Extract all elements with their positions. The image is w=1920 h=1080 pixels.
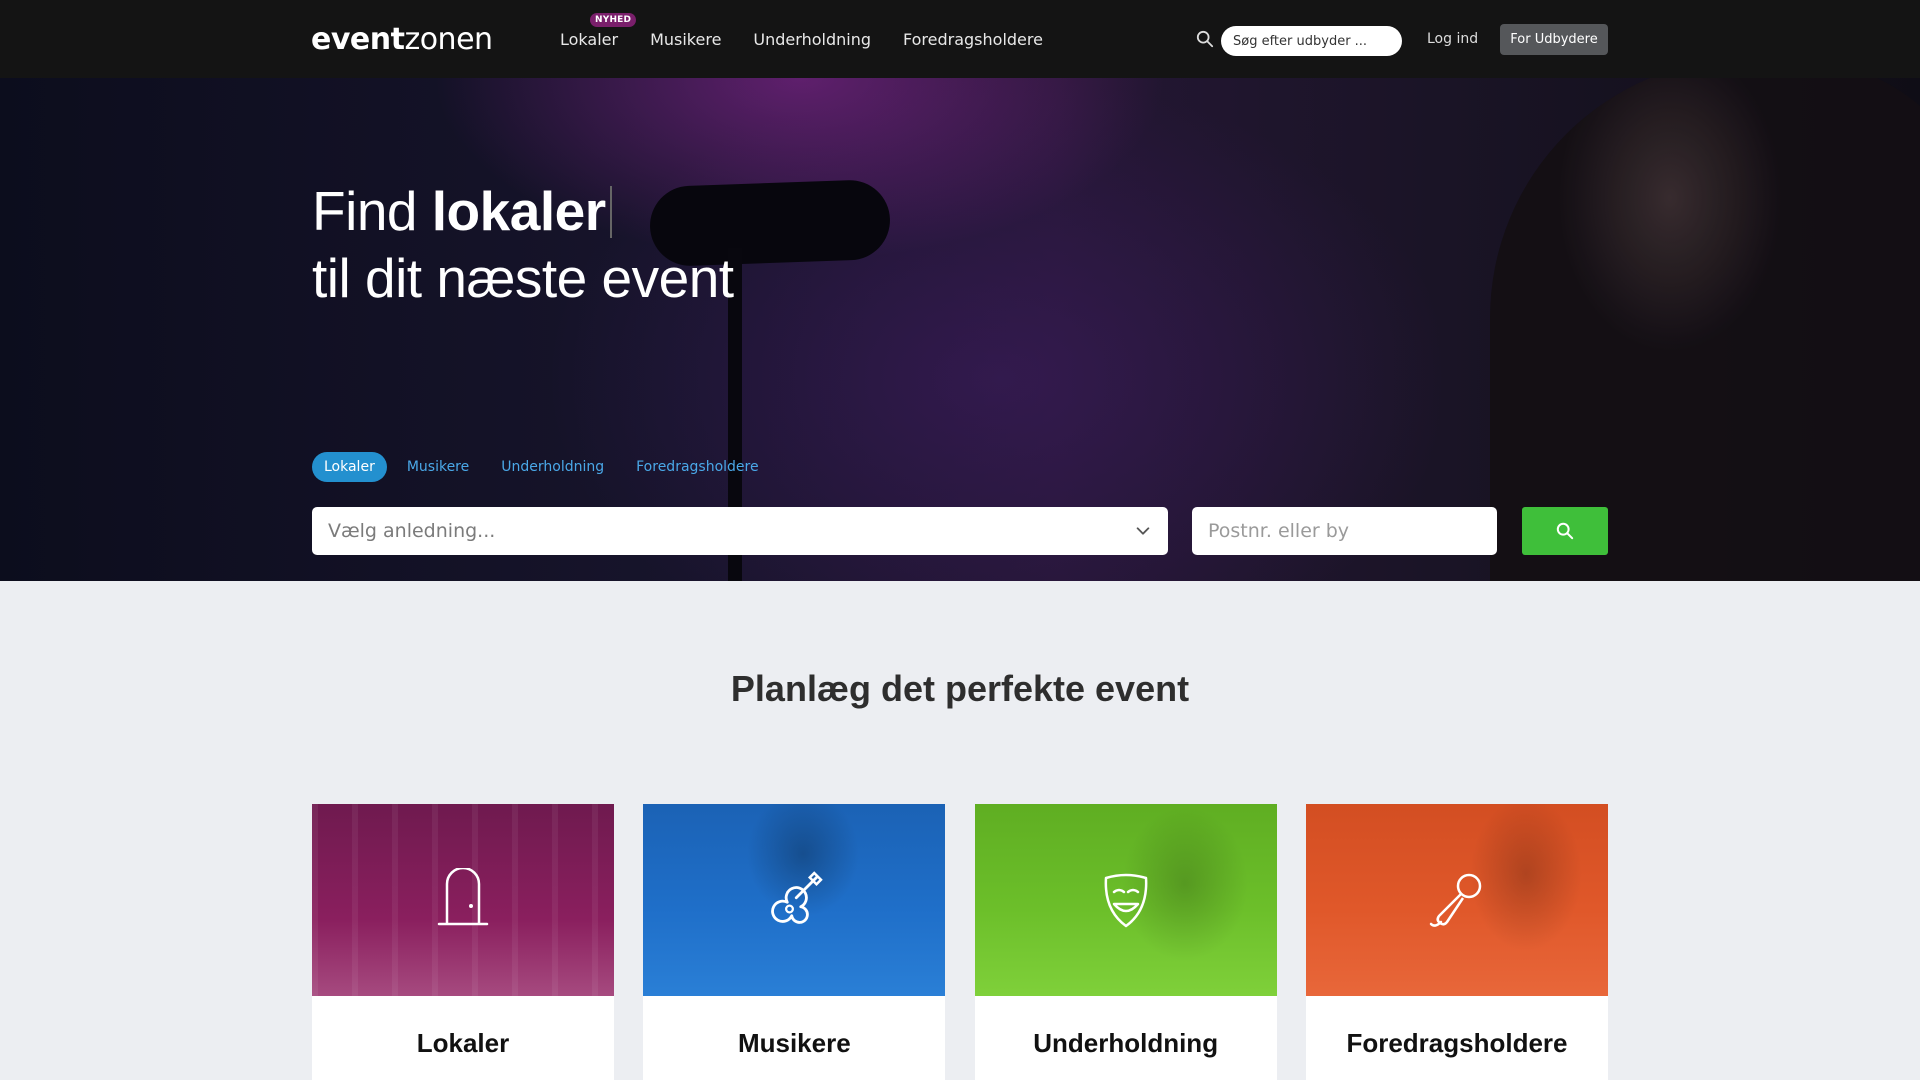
tab-foredragsholdere[interactable]: Foredragsholdere bbox=[624, 452, 770, 482]
new-badge: NYHED bbox=[590, 13, 637, 27]
door-icon bbox=[437, 868, 489, 926]
nav-item-lokaler[interactable]: NYHED Lokaler bbox=[560, 13, 637, 49]
search-icon[interactable] bbox=[1196, 30, 1214, 48]
category-cards: Lokaler Musikere Underholdning Foredrags… bbox=[312, 804, 1608, 1080]
hero-background-person bbox=[1490, 78, 1920, 581]
card-title: Lokaler bbox=[416, 1028, 510, 1058]
card-title: Foredragsholdere bbox=[1346, 1028, 1568, 1058]
top-navbar: eventzonen NYHED Lokaler Musikere Underh… bbox=[0, 0, 1920, 78]
occasion-select-placeholder: Vælg anledning... bbox=[328, 520, 496, 542]
occasion-select[interactable]: Vælg anledning... bbox=[312, 507, 1168, 555]
hero-title-line2: til dit næste event bbox=[312, 247, 734, 309]
category-tabs: Lokaler Musikere Underholdning Foredrags… bbox=[312, 452, 779, 482]
card-title: Underholdning bbox=[1033, 1028, 1219, 1058]
logo[interactable]: eventzonen bbox=[311, 22, 493, 57]
nav-item-label: Musikere bbox=[650, 30, 722, 49]
nav-item-label: Underholdning bbox=[753, 30, 871, 49]
card-foredragsholdere[interactable]: Foredragsholdere bbox=[1305, 804, 1608, 1080]
card-image bbox=[312, 804, 614, 996]
for-providers-button[interactable]: For Udbydere bbox=[1500, 24, 1608, 55]
provider-search-input[interactable] bbox=[1221, 26, 1402, 56]
theater-mask-icon bbox=[1104, 873, 1148, 928]
main-nav: NYHED Lokaler Musikere Underholdning For… bbox=[560, 13, 1075, 49]
section-title: Planlæg det perfekte event bbox=[730, 668, 1190, 709]
nav-item-underholdning[interactable]: Underholdning bbox=[753, 30, 871, 49]
card-title: Musikere bbox=[737, 1028, 851, 1058]
login-link[interactable]: Log ind bbox=[1427, 31, 1478, 47]
chevron-down-icon bbox=[1136, 527, 1150, 535]
card-image bbox=[974, 804, 1277, 996]
nav-item-foredragsholdere[interactable]: Foredragsholdere bbox=[903, 30, 1043, 49]
card-lokaler[interactable]: Lokaler bbox=[312, 804, 614, 1080]
card-underholdning[interactable]: Underholdning bbox=[974, 804, 1277, 1080]
zip-city-input[interactable] bbox=[1192, 507, 1497, 555]
nav-item-label: Foredragsholdere bbox=[902, 30, 1043, 49]
search-icon bbox=[1556, 522, 1574, 540]
tab-lokaler[interactable]: Lokaler bbox=[312, 452, 387, 482]
hero-title-keyword: lokaler bbox=[431, 180, 606, 242]
typing-cursor bbox=[609, 186, 612, 238]
hero-title: Find lokaler til dit næste event bbox=[312, 180, 734, 309]
tab-underholdning[interactable]: Underholdning bbox=[489, 452, 616, 482]
tab-musikere[interactable]: Musikere bbox=[395, 452, 481, 482]
search-button[interactable] bbox=[1522, 507, 1608, 555]
nav-item-musikere[interactable]: Musikere bbox=[650, 30, 721, 49]
microphone-icon bbox=[1429, 873, 1482, 927]
nav-item-label: Lokaler bbox=[560, 30, 619, 49]
guitar-icon bbox=[771, 871, 824, 924]
card-image bbox=[643, 804, 946, 996]
card-image bbox=[1305, 804, 1608, 996]
card-musikere[interactable]: Musikere bbox=[643, 804, 946, 1080]
hero-banner: Find lokaler til dit næste event Lokaler… bbox=[0, 78, 1920, 581]
